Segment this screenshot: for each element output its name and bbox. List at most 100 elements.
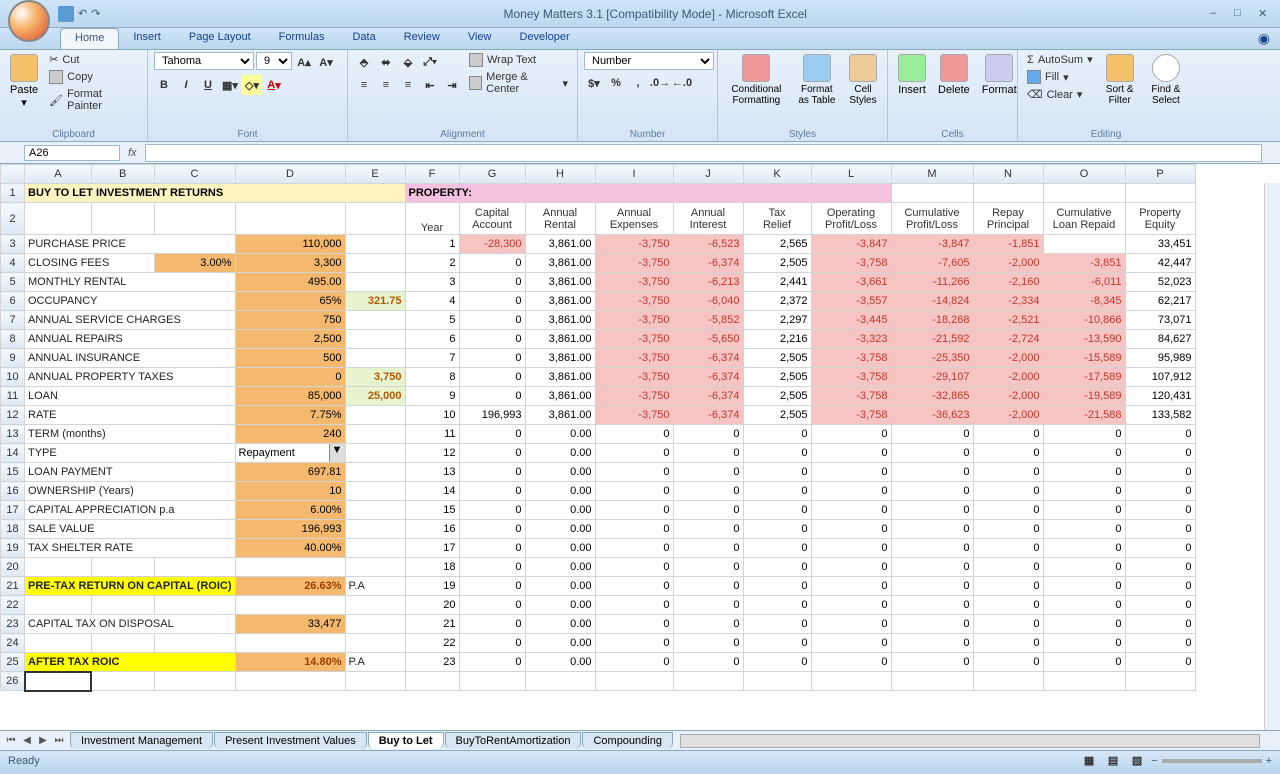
page-layout-view-button[interactable]: ▤: [1103, 751, 1123, 771]
increase-decimal-button[interactable]: .0→: [650, 73, 670, 93]
sheet-tab-buytorentamortization[interactable]: BuyToRentAmortization: [445, 732, 582, 749]
insert-cells-button[interactable]: Insert: [894, 52, 930, 98]
col-header-M[interactable]: M: [891, 165, 973, 184]
cell-value[interactable]: 500: [235, 349, 345, 368]
normal-view-button[interactable]: ▦: [1079, 751, 1099, 771]
cell-value[interactable]: 85,000: [235, 387, 345, 406]
tab-home[interactable]: Home: [60, 28, 119, 49]
shrink-font-button[interactable]: A▾: [316, 52, 336, 72]
cell-value[interactable]: 240: [235, 425, 345, 444]
percent-button[interactable]: %: [606, 73, 626, 93]
align-top-button[interactable]: ⬘: [354, 52, 374, 72]
tab-developer[interactable]: Developer: [505, 28, 583, 49]
currency-button[interactable]: $▾: [584, 73, 604, 93]
sheet-tab-compounding[interactable]: Compounding: [582, 732, 673, 749]
cell-value[interactable]: 321.75: [345, 292, 405, 311]
align-bottom-button[interactable]: ⬙: [398, 52, 418, 72]
cell-value[interactable]: 65%: [235, 292, 345, 311]
cell-value[interactable]: 26.63%: [235, 577, 345, 596]
border-button[interactable]: ▦▾: [220, 75, 240, 95]
name-box[interactable]: [24, 145, 120, 161]
format-cells-button[interactable]: Format: [978, 52, 1021, 98]
cell-value[interactable]: 110,000: [235, 235, 345, 254]
cell-value[interactable]: 3,750: [345, 368, 405, 387]
col-header-J[interactable]: J: [673, 165, 743, 184]
align-middle-button[interactable]: ⬌: [376, 52, 396, 72]
col-header-G[interactable]: G: [459, 165, 525, 184]
find-select-button[interactable]: Find & Select: [1144, 52, 1188, 108]
font-size-select[interactable]: 9: [256, 52, 292, 70]
formula-input[interactable]: [145, 144, 1262, 162]
col-header-E[interactable]: E: [345, 165, 405, 184]
cell-value[interactable]: 10: [235, 482, 345, 501]
clear-button[interactable]: ⌫Clear▾: [1024, 87, 1096, 102]
cut-button[interactable]: ✂Cut: [46, 52, 141, 67]
col-header-F[interactable]: F: [405, 165, 459, 184]
prev-sheet-button[interactable]: ◀: [20, 734, 34, 748]
underline-button[interactable]: U: [198, 75, 218, 95]
first-sheet-button[interactable]: ⏮: [4, 734, 18, 748]
align-left-button[interactable]: ≡: [354, 75, 374, 95]
col-header-P[interactable]: P: [1125, 165, 1195, 184]
last-sheet-button[interactable]: ⏭: [52, 734, 66, 748]
col-header-H[interactable]: H: [525, 165, 595, 184]
sheet-tab-present-investment-values[interactable]: Present Investment Values: [214, 732, 367, 749]
comma-button[interactable]: ,: [628, 73, 648, 93]
col-header-A[interactable]: A: [25, 165, 92, 184]
col-header-B[interactable]: B: [91, 165, 154, 184]
decrease-indent-button[interactable]: ⇤: [420, 75, 440, 95]
col-header-O[interactable]: O: [1043, 165, 1125, 184]
zoom-in-button[interactable]: +: [1266, 755, 1272, 767]
tab-formulas[interactable]: Formulas: [265, 28, 339, 49]
tab-review[interactable]: Review: [390, 28, 454, 49]
sort-filter-button[interactable]: Sort & Filter: [1100, 52, 1140, 108]
tab-data[interactable]: Data: [338, 28, 389, 49]
cell-value[interactable]: 3.00%: [154, 254, 235, 273]
sheet-tab-investment-management[interactable]: Investment Management: [70, 732, 213, 749]
copy-button[interactable]: Copy: [46, 69, 141, 85]
paste-button[interactable]: Paste▾: [6, 52, 42, 111]
align-right-button[interactable]: ≡: [398, 75, 418, 95]
cell-value[interactable]: 6.00%: [235, 501, 345, 520]
save-icon[interactable]: [58, 6, 74, 22]
fill-color-button[interactable]: ◇▾: [242, 75, 262, 95]
wrap-text-button[interactable]: Wrap Text: [466, 52, 571, 68]
grow-font-button[interactable]: A▴: [294, 52, 314, 72]
col-header-C[interactable]: C: [154, 165, 235, 184]
undo-icon[interactable]: ↶: [78, 7, 87, 20]
tab-insert[interactable]: Insert: [119, 28, 175, 49]
fill-button[interactable]: Fill▾: [1024, 69, 1096, 85]
cell-styles-button[interactable]: Cell Styles: [845, 52, 881, 108]
font-color-button[interactable]: A▾: [264, 75, 284, 95]
increase-indent-button[interactable]: ⇥: [442, 75, 462, 95]
orientation-button[interactable]: ⤢▾: [420, 52, 440, 72]
number-format-select[interactable]: Number: [584, 52, 714, 70]
col-header-D[interactable]: D: [235, 165, 345, 184]
conditional-formatting-button[interactable]: Conditional Formatting: [724, 52, 789, 108]
cell-value[interactable]: 7.75%: [235, 406, 345, 425]
cell-value[interactable]: 40.00%: [235, 539, 345, 558]
next-sheet-button[interactable]: ▶: [36, 734, 50, 748]
vertical-scrollbar[interactable]: [1264, 183, 1280, 730]
office-button[interactable]: [8, 0, 50, 42]
zoom-out-button[interactable]: −: [1151, 755, 1157, 767]
zoom-slider[interactable]: [1162, 759, 1262, 763]
col-header-N[interactable]: N: [973, 165, 1043, 184]
tab-page-layout[interactable]: Page Layout: [175, 28, 265, 49]
cell-value[interactable]: 2,500: [235, 330, 345, 349]
tab-view[interactable]: View: [454, 28, 506, 49]
cell-value[interactable]: 25,000: [345, 387, 405, 406]
cell-value[interactable]: 697.81: [235, 463, 345, 482]
close-button[interactable]: ✕: [1258, 7, 1276, 21]
cell-value[interactable]: 196,993: [235, 520, 345, 539]
merge-center-button[interactable]: Merge & Center▾: [466, 70, 571, 96]
autosum-button[interactable]: Σ AutoSum▾: [1024, 52, 1096, 67]
format-painter-button[interactable]: 🖌Format Painter: [46, 87, 141, 113]
col-header-K[interactable]: K: [743, 165, 811, 184]
format-as-table-button[interactable]: Format as Table: [793, 52, 841, 108]
delete-cells-button[interactable]: Delete: [934, 52, 974, 98]
worksheet[interactable]: ABCDEFGHIJKLMNOP1BUY TO LET INVESTMENT R…: [0, 164, 1280, 730]
font-name-select[interactable]: Tahoma: [154, 52, 254, 70]
redo-icon[interactable]: ↷: [91, 7, 100, 20]
cell-value[interactable]: 14.80%: [235, 653, 345, 672]
